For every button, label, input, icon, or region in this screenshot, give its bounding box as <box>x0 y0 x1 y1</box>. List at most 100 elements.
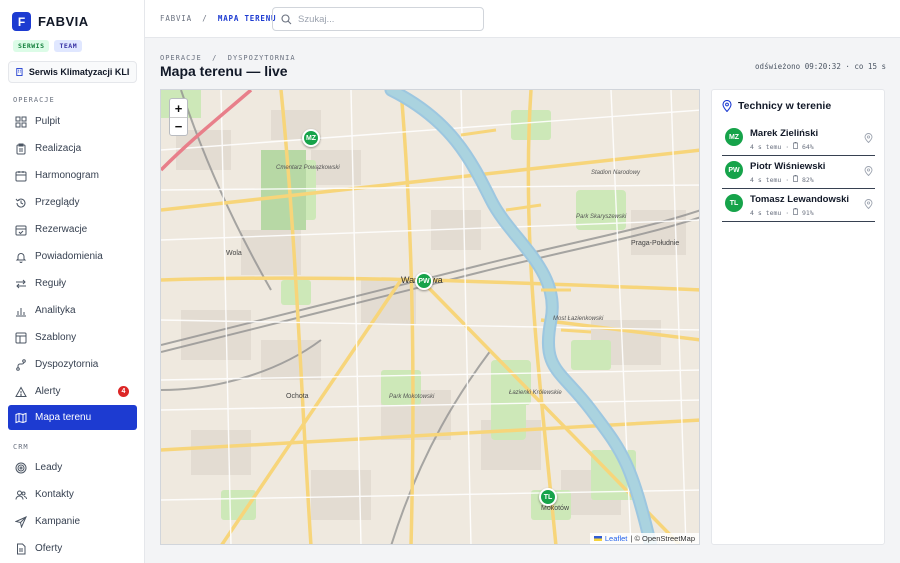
sidebar-item-mapa-terenu[interactable]: Mapa terenu <box>8 405 137 430</box>
locate-pin-icon[interactable] <box>864 199 873 209</box>
sidebar-item-label: Powiadomienia <box>35 251 103 262</box>
battery-level: 64% <box>801 143 814 151</box>
sidebar-item-label: Reguły <box>35 278 67 289</box>
sidebar-item-label: Analityka <box>35 305 76 316</box>
map-label-bridge: Most Łazienkowski <box>553 316 604 322</box>
technician-meta: 4 s temu · 91% <box>750 208 814 217</box>
users-icon <box>15 490 27 500</box>
sidebar-item-label: Mapa terenu <box>35 412 92 423</box>
battery-icon <box>793 142 798 149</box>
battery-level: 82% <box>801 176 814 184</box>
brand-name: FABVIA <box>38 14 89 29</box>
sidebar-item-label: Alerty <box>35 386 61 397</box>
target-icon <box>15 462 27 473</box>
avatar: MZ <box>725 128 743 146</box>
battery-icon <box>793 208 798 215</box>
map-attribution: Leaflet | © OpenStreetMap <box>589 533 699 544</box>
history-icon <box>15 198 26 208</box>
sidebar-item-harmonogram[interactable]: Harmonogram <box>8 163 137 188</box>
building-icon <box>16 68 23 76</box>
sidebar-item-alerty[interactable]: Alerty 4 <box>8 379 137 404</box>
breadcrumb-separator: / <box>202 14 208 23</box>
sidebar-item-kampanie[interactable]: Kampanie <box>8 509 137 534</box>
brand[interactable]: F FABVIA <box>12 12 89 31</box>
grid-icon <box>15 116 27 127</box>
sidebar-item-kontakty[interactable]: Kontakty <box>8 482 137 507</box>
locate-pin-icon[interactable] <box>864 166 873 176</box>
panel-title: Technicy w terenie <box>738 100 832 112</box>
badge-team: TEAM <box>54 40 83 52</box>
sidebar-item-rezerwacje[interactable]: Rezerwacje <box>8 217 137 242</box>
map-marker-tl[interactable]: TL <box>539 488 557 506</box>
badge-serwis: SERWIS <box>13 40 50 52</box>
technician-row[interactable]: TL Tomasz Lewandowski 4 s temu · 91% <box>722 190 875 222</box>
sidebar-item-pulpit[interactable]: Pulpit <box>8 109 137 134</box>
sidebar-item-realizacja[interactable]: Realizacja <box>8 136 137 161</box>
sidebar-item-szablony[interactable]: Szablony <box>8 325 137 350</box>
sidebar-item-oferty[interactable]: Oferty <box>8 536 137 561</box>
zoom-control: + − <box>169 98 188 136</box>
breadcrumb-current: MAPA TERENU <box>217 14 277 23</box>
sidebar-item-label: Kampanie <box>35 516 81 527</box>
section-label-crm: CRM <box>13 443 29 451</box>
technician-name: Marek Zieliński <box>750 128 819 139</box>
zoom-out-button[interactable]: − <box>170 117 187 135</box>
map-label-mokotow: Mokotów <box>541 505 570 512</box>
search-input[interactable] <box>298 13 468 25</box>
technician-row[interactable]: PW Piotr Wiśniewski 4 s temu · 82% <box>722 157 875 189</box>
page-kicker: OPERACJE / DYSPOZYTORNIA <box>160 54 296 62</box>
technician-row[interactable]: MZ Marek Zieliński 4 s temu · 64% <box>722 124 875 156</box>
technician-name: Tomasz Lewandowski <box>750 194 850 205</box>
locate-pin-icon[interactable] <box>864 133 873 143</box>
sidebar-item-leady[interactable]: Leady <box>8 455 137 480</box>
breadcrumb-root[interactable]: FABVIA <box>160 14 192 23</box>
section-label-operacje: OPERACJE <box>13 96 55 104</box>
map-label-lazienki: Łazienki Królewskie <box>509 390 562 396</box>
sidebar-item-analityka[interactable]: Analityka <box>8 298 137 323</box>
sidebar-item-powiadomienia[interactable]: Powiadomienia <box>8 244 137 269</box>
field-map[interactable]: Cmentarz Powązkowski Wola Warszawa Ochot… <box>160 89 700 545</box>
map-marker-mz[interactable]: MZ <box>302 129 320 147</box>
map-tiles[interactable] <box>161 90 700 545</box>
map-label-wola: Wola <box>226 250 242 257</box>
company-switcher[interactable]: Serwis Klimatyzacji KLIMA <box>8 61 137 83</box>
search-icon <box>281 13 292 24</box>
sidebar-item-label: Harmonogram <box>35 170 99 181</box>
template-icon <box>15 332 27 343</box>
sidebar-item-reguly[interactable]: Reguły <box>8 271 137 296</box>
map-icon <box>15 412 27 423</box>
technicians-panel: Technicy w terenie MZ Marek Zieliński 4 … <box>711 89 885 545</box>
technician-name: Piotr Wiśniewski <box>750 161 826 172</box>
panel-header: Technicy w terenie <box>722 100 831 112</box>
sidebar-item-dyspozytornia[interactable]: Dyspozytornia <box>8 352 137 377</box>
sidebar-item-label: Kontakty <box>35 489 74 500</box>
sidebar-item-przeglady[interactable]: Przeglądy <box>8 190 137 215</box>
send-icon <box>15 515 27 528</box>
refresh-status: odświeżono 09:20:32 · co 15 s <box>755 62 886 71</box>
avatar: PW <box>725 161 743 179</box>
ukraine-flag-icon <box>593 536 602 541</box>
zoom-in-button[interactable]: + <box>170 99 187 117</box>
breadcrumb: FABVIA / MAPA TERENU <box>160 14 276 23</box>
leaflet-link[interactable]: Leaflet <box>605 534 628 543</box>
last-seen: 4 s temu <box>750 209 782 217</box>
location-pin-icon <box>722 100 732 112</box>
last-seen: 4 s temu <box>750 143 782 151</box>
alert-count-badge: 4 <box>118 386 129 397</box>
map-marker-pw[interactable]: PW <box>415 272 433 290</box>
brand-logo: F <box>12 12 31 31</box>
technician-meta: 4 s temu · 64% <box>750 142 814 151</box>
sidebar-item-label: Rezerwacje <box>35 224 88 235</box>
sidebar-item-label: Realizacja <box>35 143 82 154</box>
technician-meta: 4 s temu · 82% <box>750 175 814 184</box>
sidebar-item-label: Pulpit <box>35 116 61 127</box>
clipboard-icon <box>16 143 26 154</box>
avatar: TL <box>725 194 743 212</box>
map-label-stadion: Stadion Narodowy <box>591 170 641 176</box>
chart-icon <box>16 307 26 316</box>
battery-icon <box>793 175 798 182</box>
route-icon <box>16 358 26 371</box>
search-box[interactable] <box>272 7 484 31</box>
sidebar-item-label: Leady <box>35 462 63 473</box>
map-label-ochota: Ochota <box>286 393 309 400</box>
